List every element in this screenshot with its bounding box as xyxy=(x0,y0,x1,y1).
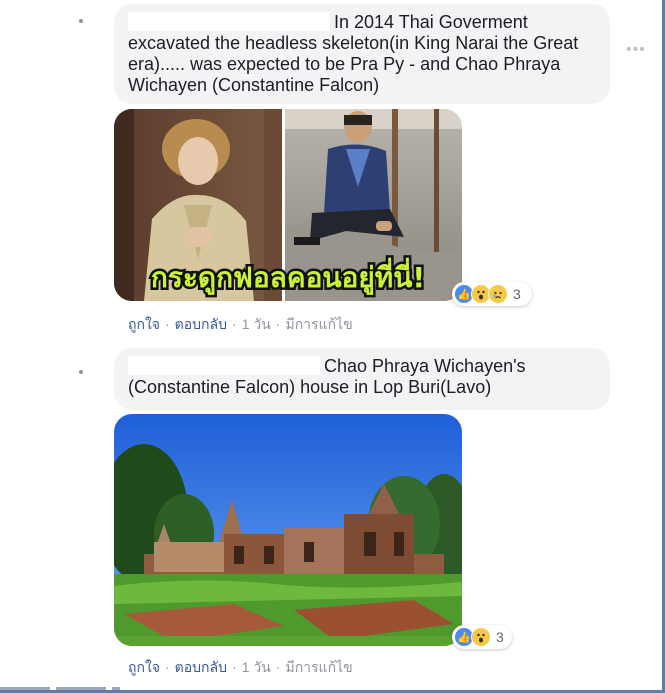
comment-avatar-placeholder xyxy=(79,19,83,23)
reaction-summary[interactable]: 👍 3 xyxy=(452,625,512,649)
reply-link[interactable]: ตอบกลับ xyxy=(175,659,227,675)
separator: · xyxy=(232,659,237,675)
redacted-author-name[interactable] xyxy=(128,356,320,375)
photo-caption: กระดูกฟอลคอนอยู่ที่นี่! xyxy=(151,257,425,295)
sad-reaction-icon xyxy=(488,284,508,304)
redacted-author-name[interactable] xyxy=(128,12,330,31)
like-link[interactable]: ถูกใจ xyxy=(128,659,160,675)
comment-photo[interactable]: กระดูกฟอลคอนอยู่ที่นี่! xyxy=(114,109,462,301)
timestamp-link[interactable]: 1 วัน xyxy=(242,316,271,332)
edited-label[interactable]: มีการแก้ไข xyxy=(285,659,352,675)
separator: · xyxy=(275,659,281,675)
photo-collage: กระดูกฟอลคอนอยู่ที่นี่! xyxy=(114,109,462,301)
reply-link[interactable]: ตอบกลับ xyxy=(175,316,227,332)
comment-bubble: Chao Phraya Wichayen's (Constantine Falc… xyxy=(114,348,610,410)
separator: · xyxy=(232,316,237,332)
comment-bubble: In 2014 Thai Goverment excavated the hea… xyxy=(114,4,610,104)
comment-actions: ถูกใจ · ตอบกลับ · 1 วัน · มีการแก้ไข xyxy=(128,657,353,679)
edited-label[interactable]: มีการแก้ไข xyxy=(285,316,352,332)
reaction-count: 3 xyxy=(513,286,521,302)
timestamp-link[interactable]: 1 วัน xyxy=(242,659,271,675)
reaction-count: 3 xyxy=(496,629,504,645)
comment-photo[interactable] xyxy=(114,414,462,646)
comment-avatar-placeholder xyxy=(79,370,83,374)
more-options-icon[interactable]: ••• xyxy=(626,42,645,58)
reaction-summary[interactable]: 👍 3 xyxy=(452,282,532,306)
comment-actions: ถูกใจ · ตอบกลับ · 1 วัน · มีการแก้ไข xyxy=(128,314,353,336)
separator: · xyxy=(275,316,281,332)
taskbar-strip xyxy=(0,687,120,690)
like-link[interactable]: ถูกใจ xyxy=(128,316,160,332)
separator: · xyxy=(165,659,170,675)
ruins-photo xyxy=(114,414,462,646)
wow-reaction-icon xyxy=(471,627,491,647)
separator: · xyxy=(165,316,170,332)
